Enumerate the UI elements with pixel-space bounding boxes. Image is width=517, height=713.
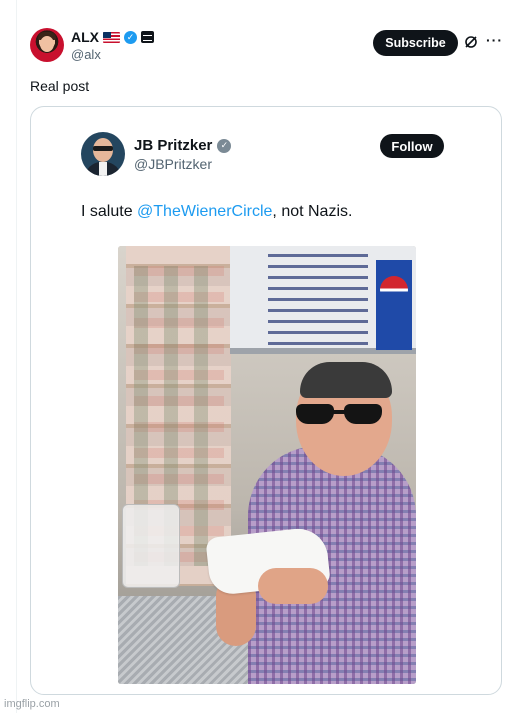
gray-verified-icon[interactable]: ✓ bbox=[217, 138, 232, 153]
mention-link[interactable]: @TheWienerCircle bbox=[137, 203, 272, 220]
quoted-author-name-row: JB Pritzker ✓ bbox=[134, 137, 232, 154]
affiliate-badge-icon[interactable] bbox=[141, 31, 154, 43]
quoted-post-text: I salute @TheWienerCircle, not Nazis. bbox=[81, 203, 352, 221]
verified-icon[interactable]: ✓ bbox=[124, 30, 137, 44]
author-display-name[interactable]: ALX bbox=[71, 29, 99, 45]
watermark: imgflip.com bbox=[4, 698, 60, 710]
author-name-row: ALX ✓ bbox=[71, 29, 154, 45]
quoted-author-display-name[interactable]: JB Pritzker bbox=[134, 137, 212, 154]
quoted-text-after: , not Nazis. bbox=[272, 203, 353, 220]
more-options-icon[interactable]: ··· bbox=[486, 32, 503, 48]
quoted-author-avatar[interactable] bbox=[81, 132, 125, 176]
subscribe-button[interactable]: Subscribe bbox=[373, 30, 458, 56]
left-divider bbox=[16, 0, 17, 713]
author-handle[interactable]: @alx bbox=[71, 47, 101, 62]
quoted-author-handle[interactable]: @JBPritzker bbox=[134, 156, 212, 172]
post-photo[interactable] bbox=[118, 246, 416, 684]
follow-button[interactable]: Follow bbox=[380, 134, 444, 158]
quoted-post-card[interactable]: JB Pritzker ✓ @JBPritzker Follow I salut… bbox=[30, 106, 502, 695]
author-avatar[interactable] bbox=[30, 28, 64, 62]
post-text: Real post bbox=[30, 78, 90, 94]
quoted-text-before: I salute bbox=[81, 203, 138, 220]
us-flag-icon bbox=[103, 31, 120, 43]
grok-icon[interactable] bbox=[464, 35, 478, 49]
